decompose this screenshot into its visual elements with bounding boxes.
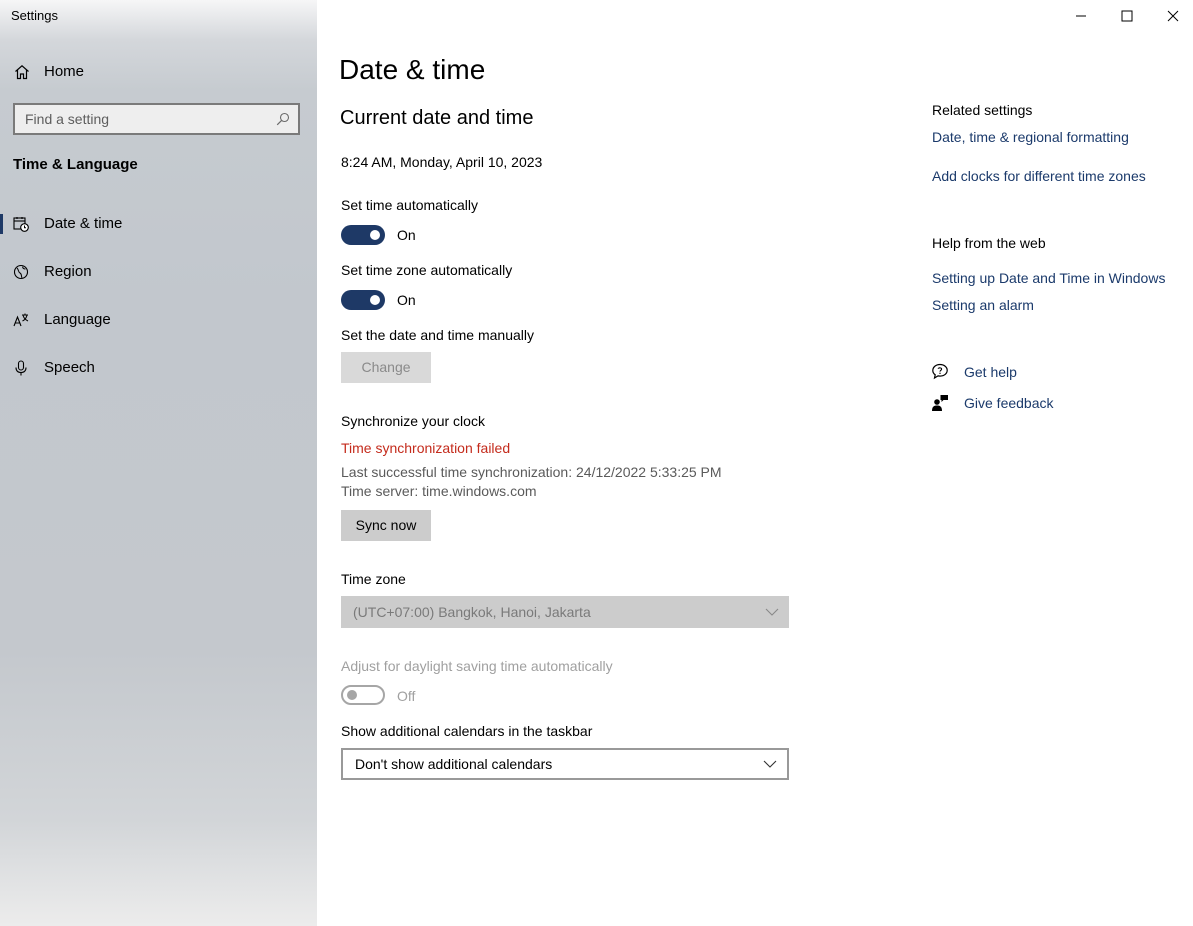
additional-calendars-dropdown[interactable]: Don't show additional calendars [341, 748, 789, 780]
setting-alarm-help-link[interactable]: Setting an alarm [932, 297, 1034, 313]
give-feedback-link[interactable]: Give feedback [964, 395, 1054, 411]
set-time-auto-state: On [397, 227, 416, 243]
home-label: Home [44, 63, 85, 80]
app-title: Settings [11, 8, 58, 23]
related-settings-heading: Related settings [932, 102, 1033, 118]
sidebar: Settings Home Find a setting Time & Lang… [0, 0, 317, 926]
regional-formatting-link[interactable]: Date, time & regional formatting [932, 129, 1129, 145]
sidebar-item-region[interactable]: Region [0, 254, 317, 290]
daylight-saving-state: Off [397, 688, 416, 704]
sidebar-item-label: Speech [44, 359, 95, 376]
last-sync-text: Last successful time synchronization: 24… [341, 464, 722, 480]
page-title: Date & time [339, 54, 486, 85]
additional-calendars-value: Don't show additional calendars [355, 756, 553, 772]
sync-now-button[interactable]: Sync now [341, 510, 431, 541]
chevron-down-icon [765, 608, 779, 616]
help-web-heading: Help from the web [932, 235, 1046, 251]
get-help-link[interactable]: Get help [964, 364, 1017, 380]
language-icon [13, 313, 29, 327]
sidebar-item-date-time[interactable]: Date & time [0, 206, 317, 242]
additional-calendars-label: Show additional calendars in the taskbar [341, 723, 593, 739]
sidebar-item-speech[interactable]: Speech [0, 350, 317, 386]
close-icon[interactable] [1163, 6, 1183, 26]
set-timezone-auto-toggle[interactable] [341, 290, 385, 310]
set-time-auto-label: Set time automatically [341, 197, 478, 213]
home-icon [15, 65, 29, 80]
search-placeholder: Find a setting [25, 111, 110, 127]
sync-error-message: Time synchronization failed [341, 440, 511, 456]
timezone-label: Time zone [341, 571, 406, 587]
sync-clock-label: Synchronize your clock [341, 413, 485, 429]
get-help-icon [932, 363, 948, 380]
microphone-icon [15, 360, 27, 376]
chevron-down-icon [763, 760, 777, 768]
change-button[interactable]: Change [341, 352, 431, 383]
sidebar-item-label: Date & time [44, 215, 123, 232]
sidebar-item-label: Region [44, 263, 92, 280]
search-icon[interactable] [276, 112, 290, 126]
set-timezone-auto-label: Set time zone automatically [341, 262, 513, 278]
home-nav-item[interactable]: Home [0, 56, 317, 88]
globe-icon [13, 264, 29, 280]
daylight-saving-label: Adjust for daylight saving time automati… [341, 658, 613, 674]
timezone-value: (UTC+07:00) Bangkok, Hanoi, Jakarta [353, 604, 591, 620]
feedback-icon [932, 395, 948, 411]
manual-datetime-label: Set the date and time manually [341, 327, 535, 343]
time-server-text: Time server: time.windows.com [341, 483, 537, 499]
set-timezone-auto-state: On [397, 292, 416, 308]
minimize-icon[interactable] [1071, 6, 1091, 26]
timezone-dropdown[interactable]: (UTC+07:00) Bangkok, Hanoi, Jakarta [341, 596, 789, 628]
section-title: Current date and time [340, 107, 534, 129]
set-time-auto-toggle[interactable] [341, 225, 385, 245]
sidebar-item-label: Language [44, 311, 111, 328]
current-datetime: 8:24 AM, Monday, April 10, 2023 [341, 154, 543, 170]
sidebar-item-language[interactable]: Language [0, 302, 317, 338]
add-clocks-link[interactable]: Add clocks for different time zones [932, 168, 1146, 184]
section-label: Time & Language [13, 156, 138, 173]
calendar-clock-icon [13, 217, 29, 232]
setup-datetime-help-link[interactable]: Setting up Date and Time in Windows [932, 270, 1165, 286]
search-input[interactable]: Find a setting [13, 103, 300, 135]
daylight-saving-toggle[interactable] [341, 685, 385, 705]
maximize-icon[interactable] [1117, 6, 1137, 26]
